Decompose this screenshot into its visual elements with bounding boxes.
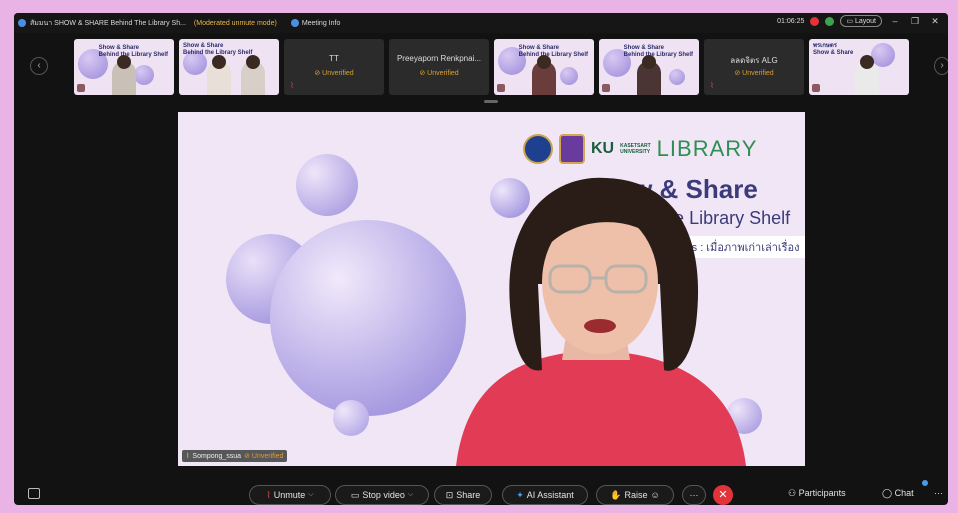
reactions-icon[interactable]: ☺: [651, 490, 660, 500]
ku-seal-icon: [523, 134, 553, 164]
unverified-status: ⊘ Unverified: [314, 70, 354, 77]
chevron-down-icon[interactable]: ⌵: [408, 491, 413, 499]
layout-button[interactable]: ▭ Layout: [840, 15, 882, 27]
strip-next-arrow-icon[interactable]: ›: [934, 57, 948, 75]
webex-logo-icon: [18, 19, 26, 27]
title-bar: สัมมนา SHOW & SHARE Behind The Library S…: [14, 13, 948, 33]
ai-assistant-button[interactable]: ✦ AI Assistant: [502, 485, 588, 505]
slide-decoration: [333, 400, 369, 436]
library-logo: KU KASETSART UNIVERSITY LIBRARY: [523, 134, 757, 164]
muted-mic-icon: [812, 84, 820, 92]
captions-icon[interactable]: [28, 488, 40, 499]
meeting-mode: (Moderated unmute mode): [193, 19, 277, 27]
muted-mic-icon: [602, 84, 610, 92]
meeting-timer: 01:06:25: [777, 17, 805, 25]
chat-button[interactable]: ◯ Chat: [882, 488, 914, 499]
camera-icon: ▭: [350, 489, 360, 500]
end-call-button[interactable]: ✕: [713, 485, 733, 505]
stop-video-button[interactable]: ▭ Stop video ⌵: [335, 485, 429, 505]
participant-tile[interactable]: Show & Share Behind the Library Shelf: [494, 39, 594, 95]
strip-resize-handle[interactable]: [484, 100, 498, 103]
meeting-info-label: Meeting Info: [301, 19, 341, 27]
participant-tile[interactable]: Show & Share Behind the Library Shelf: [74, 39, 174, 95]
participant-tile[interactable]: พรเกษตร Show & Share: [809, 39, 909, 95]
slide-decoration: [296, 154, 358, 216]
security-icon[interactable]: [825, 16, 835, 26]
participant-name: ลลดจิตร ALG: [730, 56, 778, 65]
maximize-icon[interactable]: ❐: [908, 16, 922, 27]
unverified-status: ⊘ Unverified: [419, 70, 459, 77]
participant-tile[interactable]: TT ⊘ Unverified ⌇: [284, 39, 384, 95]
muted-mic-icon: ⌇: [290, 81, 294, 90]
participant-tile[interactable]: Preeyaporn Renkpnai... ⊘ Unverified: [389, 39, 489, 95]
muted-mic-icon: ⌇: [266, 489, 271, 500]
participant-tile[interactable]: ลลดจิตร ALG ⊘ Unverified ⌇: [704, 39, 804, 95]
participant-tile[interactable]: Show & Share Behind the Library Shelf: [179, 39, 279, 95]
participants-button[interactable]: ⚇ Participants: [788, 488, 846, 499]
speaker-name-tag: ⌇ Sompong_ssua ⊘ Unverified: [182, 450, 288, 462]
close-window-icon[interactable]: ✕: [928, 16, 942, 27]
shared-screen: KU KASETSART UNIVERSITY LIBRARY Show & Sh…: [178, 112, 805, 466]
ai-assistant-icon: ✦: [516, 489, 524, 500]
chat-icon: ◯: [882, 488, 893, 498]
share-button[interactable]: ⊡ Share: [434, 485, 492, 505]
muted-mic-icon: ⌇: [710, 81, 714, 90]
meeting-controls: ⌇ Unmute ⌵ ▭ Stop video ⌵ ⊡ Share ✦ AI A…: [14, 480, 948, 505]
participant-strip: ‹ Show & Share Behind the Library Shelf S…: [14, 37, 948, 97]
muted-mic-icon: ⌇: [186, 453, 190, 460]
participants-icon: ⚇: [788, 488, 797, 498]
hand-icon: ✋: [610, 489, 622, 500]
webex-meeting-window: สัมมนา SHOW & SHARE Behind The Library S…: [14, 13, 948, 505]
strip-prev-arrow-icon[interactable]: ‹: [30, 57, 48, 75]
chat-notification-badge: [922, 480, 928, 486]
meeting-title: สัมมนา SHOW & SHARE Behind The Library S…: [30, 19, 186, 27]
unmute-button[interactable]: ⌇ Unmute ⌵: [249, 485, 331, 505]
unverified-status: ⊘ Unverified: [244, 453, 284, 460]
raise-hand-button[interactable]: ✋ Raise ☺: [596, 485, 674, 505]
speaker-name: Sompong_ssua: [192, 452, 242, 460]
muted-mic-icon: [77, 84, 85, 92]
info-icon: [290, 19, 299, 27]
slide-decoration: [270, 220, 466, 416]
muted-mic-icon: [497, 84, 505, 92]
share-icon: ⊡: [445, 489, 454, 500]
chevron-down-icon[interactable]: ⌵: [308, 491, 313, 499]
layout-label: Layout: [854, 18, 876, 25]
unverified-status: ⊘ Unverified: [734, 70, 774, 77]
library-seal-icon: [559, 134, 585, 164]
recording-icon: [810, 16, 820, 26]
minimize-icon[interactable]: –: [888, 16, 902, 26]
meeting-info-button[interactable]: Meeting Info: [290, 19, 341, 27]
participant-name: Preeyaporn Renkpnai...: [396, 54, 482, 63]
speaker-video: [456, 177, 746, 466]
more-options-button[interactable]: ···: [682, 485, 706, 505]
participant-name: TT: [329, 54, 339, 63]
overflow-menu-button[interactable]: ···: [934, 488, 943, 498]
participant-tile[interactable]: Show & Share Behind the Library Shelf: [599, 39, 699, 95]
